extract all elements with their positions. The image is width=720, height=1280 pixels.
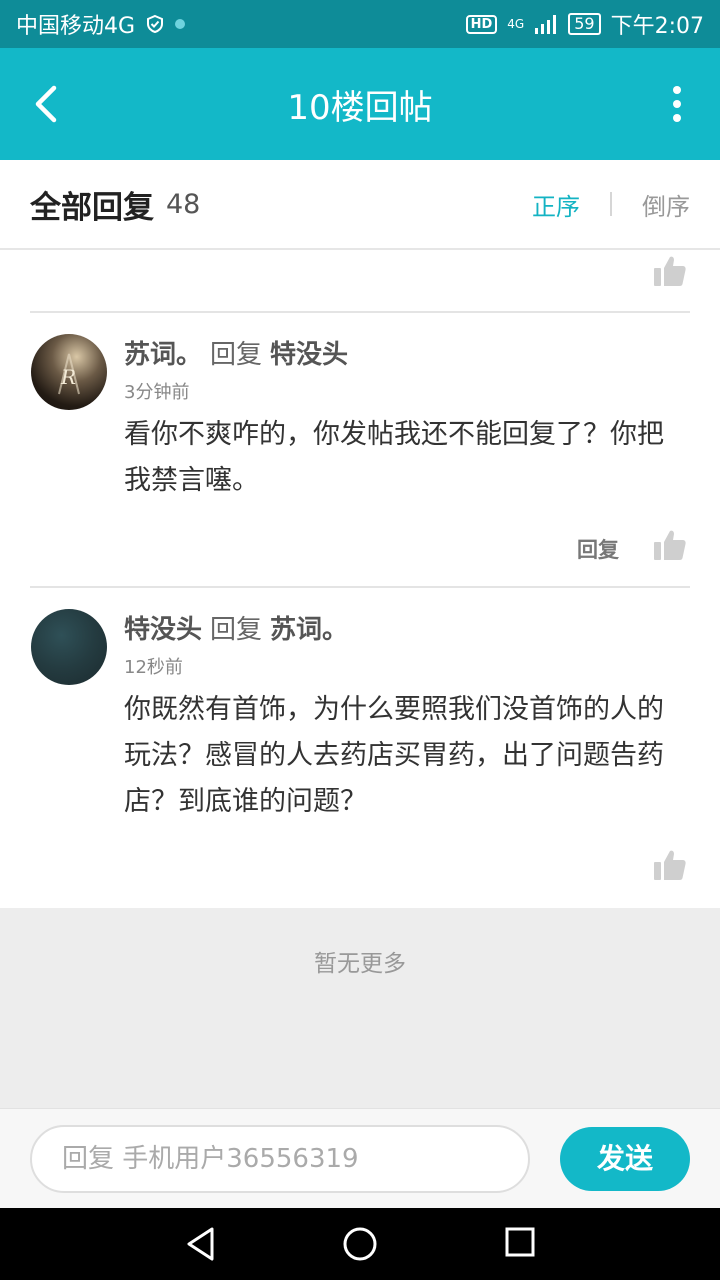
system-nav-bar bbox=[0, 1208, 720, 1280]
clock: 下午2:07 bbox=[610, 14, 704, 39]
author-name[interactable]: 特没头 bbox=[124, 615, 202, 645]
chevron-left-icon[interactable] bbox=[26, 82, 66, 126]
title-bar: 10楼回帖 bbox=[0, 48, 720, 160]
hd-badge: HD bbox=[465, 14, 498, 34]
reply-target-name[interactable]: 苏词。 bbox=[270, 615, 348, 645]
thumbs-up-icon[interactable] bbox=[653, 254, 687, 288]
reply-input-bar: 发送 bbox=[0, 1108, 720, 1208]
more-vertical-icon[interactable] bbox=[670, 84, 684, 124]
avatar[interactable]: R bbox=[31, 334, 107, 410]
circle-home-icon[interactable] bbox=[342, 1226, 378, 1262]
sort-descending-tab[interactable]: 倒序 bbox=[642, 187, 690, 222]
reply-verb: 回复 bbox=[210, 615, 263, 645]
sort-ascending-tab[interactable]: 正序 bbox=[532, 187, 580, 222]
thumbs-up-icon[interactable] bbox=[653, 848, 687, 882]
reply-text: 你既然有首饰，为什么要照我们没首饰的人的玩法？感冒的人去药店买胃药，出了问题告药… bbox=[124, 694, 664, 817]
sort-toggle: 正序 倒序 bbox=[532, 187, 690, 222]
vpn-shield-icon bbox=[147, 14, 164, 34]
reply-target-name[interactable]: 特没头 bbox=[270, 340, 348, 370]
reply-input[interactable] bbox=[30, 1125, 530, 1193]
svg-text:R: R bbox=[60, 365, 76, 389]
reply-time: 3分钟前 bbox=[124, 382, 190, 403]
network-type: 4G bbox=[507, 17, 525, 31]
carrier-label: 中国移动4G bbox=[16, 14, 136, 39]
status-bar: 中国移动4G HD 4G 59 下午2:07 bbox=[0, 0, 720, 48]
reply-verb: 回复 bbox=[210, 340, 263, 370]
reply-header: 特没头 回复 苏词。 bbox=[124, 609, 348, 646]
reply-header: 苏词。 回复 特没头 bbox=[124, 334, 348, 371]
reply-item: R 苏词。 回复 特没头 3分钟前 看你不爽咋的，你发帖我还不能回复了？你把我禁言噻… bbox=[0, 334, 720, 586]
triangle-back-icon[interactable] bbox=[184, 1226, 218, 1262]
divider bbox=[30, 586, 690, 588]
avatar[interactable] bbox=[31, 609, 107, 685]
thumbs-up-icon[interactable] bbox=[653, 528, 687, 562]
author-name[interactable]: 苏词。 bbox=[124, 340, 202, 370]
sort-bar: 全部回复 48 正序 倒序 bbox=[0, 160, 720, 250]
all-replies-heading: 全部回复 bbox=[30, 189, 154, 226]
reply-text: 看你不爽咋的，你发帖我还不能回复了？你把我禁言噻。 bbox=[124, 419, 664, 496]
square-recent-icon[interactable] bbox=[504, 1226, 536, 1258]
no-more-label: 暂无更多 bbox=[314, 951, 406, 977]
sort-separator bbox=[610, 192, 612, 216]
signal-icon bbox=[535, 15, 557, 34]
battery-indicator: 59 bbox=[568, 13, 601, 35]
list-footer: 暂无更多 bbox=[0, 908, 720, 1108]
reply-count: 48 bbox=[166, 188, 201, 220]
reply-item: 特没头 回复 苏词。 12秒前 你既然有首饰，为什么要照我们没首饰的人的玩法？感冒的… bbox=[0, 609, 720, 907]
send-button[interactable]: 发送 bbox=[560, 1127, 690, 1191]
divider bbox=[30, 311, 690, 313]
page-title: 10楼回帖 bbox=[287, 87, 433, 128]
reply-button[interactable]: 回复 bbox=[577, 534, 619, 564]
reply-time: 12秒前 bbox=[124, 657, 183, 678]
notification-dot-icon bbox=[175, 19, 186, 29]
